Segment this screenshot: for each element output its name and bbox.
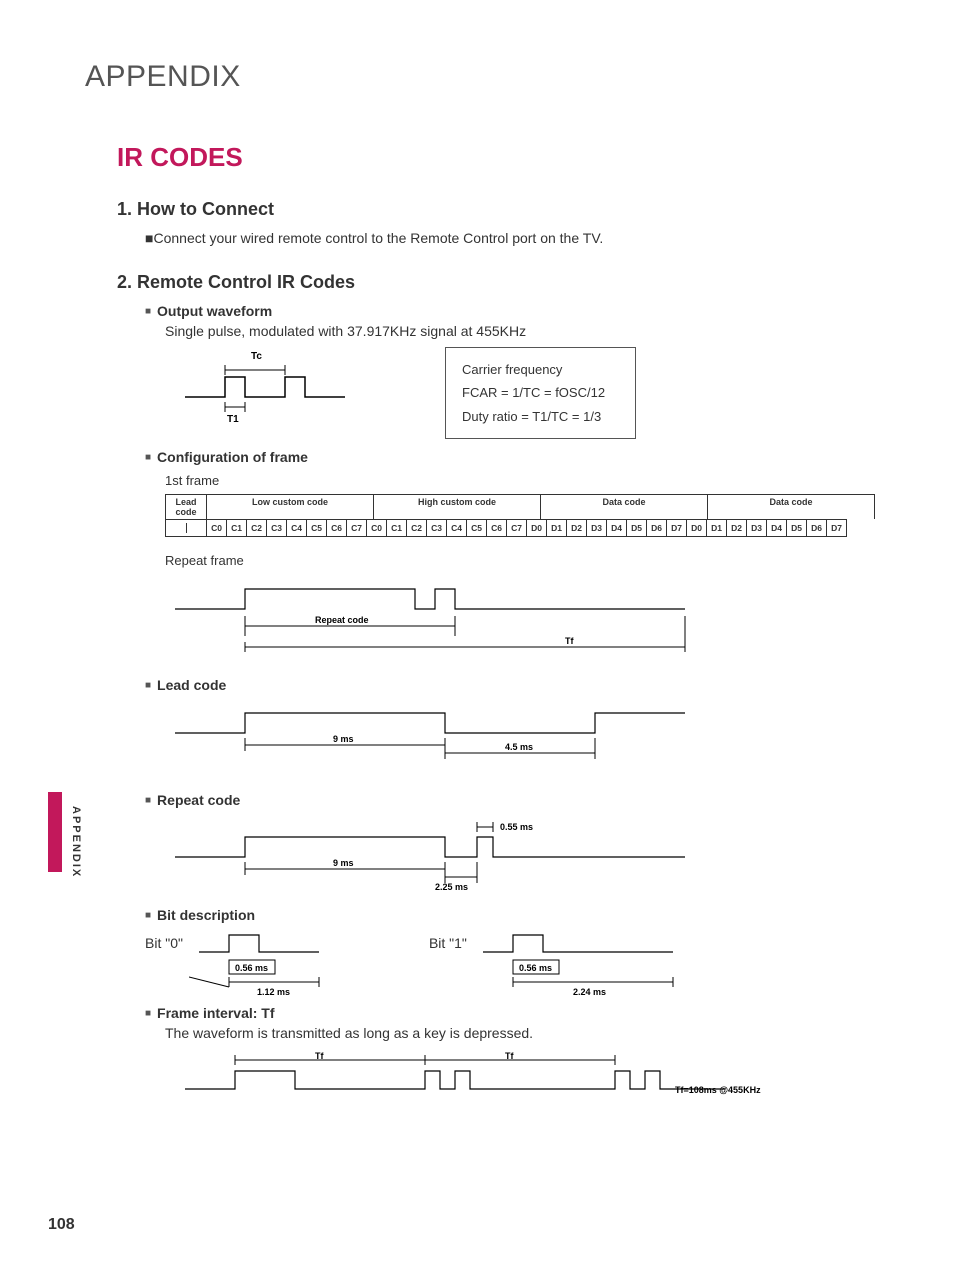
svg-text:0.56 ms: 0.56 ms: [519, 963, 552, 973]
carrier-line2: Duty ratio = T1/TC = 1/3: [462, 405, 605, 428]
svg-text:0.56 ms: 0.56 ms: [235, 963, 268, 973]
frame-cell: D5: [786, 519, 807, 537]
frame-cell: D3: [746, 519, 767, 537]
bit-desc-label: Bit description: [157, 907, 255, 923]
side-tab: [48, 792, 62, 872]
svg-text:T1: T1: [227, 414, 239, 425]
frame-lead-cell: [165, 519, 207, 537]
bullet-icon: ■: [145, 1008, 151, 1019]
bullet-icon: ■: [145, 680, 151, 691]
lead-code-diagram: 9 ms 4.5 ms: [165, 703, 725, 773]
bit0-label: Bit "0": [145, 935, 183, 951]
bit1-label: Bit "1": [429, 935, 467, 951]
svg-text:2.25 ms: 2.25 ms: [435, 882, 468, 892]
frame-cell: D7: [826, 519, 847, 537]
frame-cell: C0: [366, 519, 387, 537]
connect-text-content: Connect your wired remote control to the…: [153, 230, 603, 246]
frame-cell: C2: [246, 519, 267, 537]
lead-code-label: Lead code: [157, 677, 226, 693]
svg-text:9 ms: 9 ms: [333, 734, 354, 744]
output-waveform-diagram: Tc T1: [165, 347, 385, 427]
frame-cell: C6: [486, 519, 507, 537]
frame-cell: C1: [386, 519, 407, 537]
frame-header-data1: Data code: [540, 494, 708, 519]
svg-text:1.12 ms: 1.12 ms: [257, 987, 290, 997]
frame-header-high: High custom code: [373, 494, 541, 519]
frame-cell: C7: [506, 519, 527, 537]
connect-text: ■Connect your wired remote control to th…: [145, 230, 884, 246]
repeat-frame-diagram: Repeat code Tf: [165, 574, 725, 654]
frame-header-lead: Lead code: [165, 494, 207, 519]
config-frame-label: Configuration of frame: [157, 449, 308, 465]
frame-cell: C5: [306, 519, 327, 537]
svg-text:Tc: Tc: [251, 351, 262, 362]
frame-cell: C5: [466, 519, 487, 537]
section-title: IR CODES: [117, 142, 884, 173]
appendix-header: APPENDIX: [85, 60, 884, 94]
repeat-frame-label: Repeat frame: [165, 553, 884, 568]
repeat-code-label: Repeat code: [157, 792, 240, 808]
bit0-diagram: 0.56 ms 1.12 ms: [189, 927, 389, 997]
frame-cell: C1: [226, 519, 247, 537]
svg-text:2.24 ms: 2.24 ms: [573, 987, 606, 997]
frame-cell: D2: [726, 519, 747, 537]
carrier-line1: FCAR = 1/TC = fOSC/12: [462, 381, 605, 404]
svg-text:Tf: Tf: [565, 636, 574, 646]
frame-header-data2: Data code: [707, 494, 875, 519]
frame-interval-desc: The waveform is transmitted as long as a…: [165, 1025, 884, 1041]
side-text: APPENDIX: [70, 806, 82, 878]
frame-cell: C3: [266, 519, 287, 537]
frame-cell: D5: [626, 519, 647, 537]
frame-cell: D4: [766, 519, 787, 537]
svg-text:Tf=108ms @455KHz: Tf=108ms @455KHz: [675, 1085, 761, 1095]
frame-cell: D0: [686, 519, 707, 537]
frame-cell: C6: [326, 519, 347, 537]
frame-cell: C0: [206, 519, 227, 537]
bullet-icon: ■: [145, 910, 151, 921]
frame-cell: C2: [406, 519, 427, 537]
frame-cell: D1: [546, 519, 567, 537]
output-waveform-desc: Single pulse, modulated with 37.917KHz s…: [165, 323, 884, 339]
frame-cell: D7: [666, 519, 687, 537]
frame-cell: D4: [606, 519, 627, 537]
frame-cell: C7: [346, 519, 367, 537]
frame-cell: D0: [526, 519, 547, 537]
output-waveform-label: Output waveform: [157, 303, 272, 319]
frame-interval-label: Frame interval: Tf: [157, 1005, 274, 1021]
frame-header-low: Low custom code: [206, 494, 374, 519]
repeat-code-diagram: 0.55 ms 9 ms 2.25 ms: [165, 812, 725, 892]
heading-ir-codes: 2. Remote Control IR Codes: [117, 272, 884, 293]
frame-cell: D6: [806, 519, 827, 537]
bullet-icon: ■: [145, 306, 151, 317]
frame-cell: C4: [446, 519, 467, 537]
frame-cell: D6: [646, 519, 667, 537]
frame-cell: D2: [566, 519, 587, 537]
svg-text:Repeat code: Repeat code: [315, 615, 369, 625]
svg-text:0.55 ms: 0.55 ms: [500, 822, 533, 832]
carrier-title: Carrier frequency: [462, 358, 605, 381]
frame-cell: C3: [426, 519, 447, 537]
page-number: 108: [48, 1216, 75, 1234]
first-frame-label: 1st frame: [165, 473, 884, 488]
svg-text:4.5 ms: 4.5 ms: [505, 742, 533, 752]
bullet-icon: ■: [145, 452, 151, 463]
frame-cell: C4: [286, 519, 307, 537]
frame-cell: D3: [586, 519, 607, 537]
frame-interval-diagram: Tf Tf Tf=108ms @455KHz: [165, 1049, 865, 1109]
frame-cell: D1: [706, 519, 727, 537]
frame-diagram: Lead code Low custom code High custom co…: [165, 494, 884, 537]
bullet-icon: ■: [145, 795, 151, 806]
carrier-box: Carrier frequency FCAR = 1/TC = fOSC/12 …: [445, 347, 636, 439]
heading-how-to-connect: 1. How to Connect: [117, 199, 884, 220]
svg-text:9 ms: 9 ms: [333, 858, 354, 868]
bit1-diagram: 0.56 ms 2.24 ms: [473, 927, 713, 997]
